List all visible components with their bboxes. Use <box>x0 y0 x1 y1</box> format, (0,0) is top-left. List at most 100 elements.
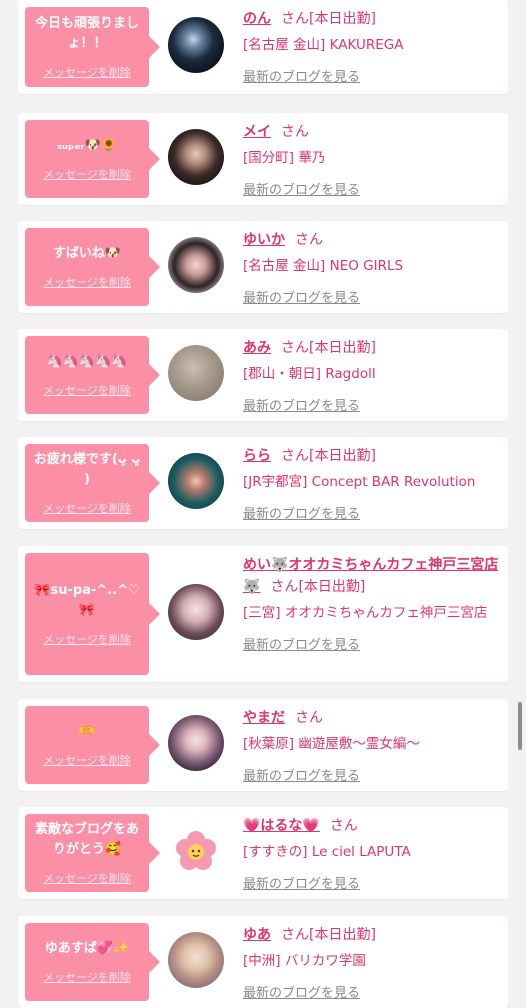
avatar[interactable] <box>168 129 224 185</box>
latest-blog-link[interactable]: 最新のブログを見る <box>243 66 360 85</box>
name-line: らら さん[本日出勤] <box>243 445 503 467</box>
avatar[interactable] <box>168 584 224 640</box>
honorific: さん <box>329 818 358 834</box>
message-bubble: 🫶 メッセージを削除 <box>25 706 160 784</box>
shop-name: [三宮] オオカミちゃんカフェ神戸三宮店 <box>243 605 488 621</box>
message-bubble: すばいね🐶 メッセージを削除 <box>25 228 160 306</box>
cast-name-link[interactable]: らら <box>243 448 271 464</box>
message-bubble: 今日も頑張りましょ！！ メッセージを削除 <box>25 7 160 87</box>
cast-name-link[interactable]: メイ <box>243 124 271 140</box>
shop-name: [秋葉原] 幽遊屋敷〜霊女編〜 <box>243 736 420 752</box>
cast-info: めい🐺オオカミちゃんカフェ神戸三宮店🐺 さん[本日出勤] [三宮] オオカミちゃんカ… <box>243 554 503 653</box>
status-badge: [本日出勤] <box>309 11 376 27</box>
avatar[interactable] <box>168 932 224 988</box>
cast-name-link[interactable]: あみ <box>243 340 271 356</box>
flower-icon[interactable] <box>168 823 224 879</box>
message-text: 🎀su-pa-^..^♡🎀 <box>34 583 140 618</box>
cast-name-link[interactable]: やまだ <box>243 710 285 726</box>
message-text: 🦄🦄🦄🦄🦄 <box>46 354 128 369</box>
honorific: さん <box>295 232 323 248</box>
shop-name: [JR宇都宮] Concept BAR Revolution <box>243 474 476 490</box>
message-bubble: ゆあすば💞✨ メッセージを削除 <box>25 923 160 1001</box>
message-text: すばいね🐶 <box>52 246 122 261</box>
status-badge: [本日出勤] <box>309 927 376 943</box>
shop-name: [名古屋 金山] NEO GIRLS <box>243 258 404 274</box>
name-line: あみ さん[本日出勤] <box>243 337 503 359</box>
message-text: 今日も頑張りましょ！！ <box>34 16 139 51</box>
name-line: メイ さん <box>243 121 503 143</box>
message-card: ゆあすば💞✨ メッセージを削除 ゆあ さん[本日出勤] [中洲] バリカワ学園 最新のブロ… <box>18 916 508 1008</box>
honorific: さん <box>270 579 299 595</box>
cast-info: ゆいか さん [名古屋 金山] NEO GIRLS 最新のブログを見る <box>243 229 503 306</box>
message-bubble: ₛᵤₚₑᵣ🐶🌻 メッセージを削除 <box>25 120 160 198</box>
delete-message-link[interactable]: メッセージを削除 <box>43 382 131 398</box>
cast-info: のん さん[本日出勤] [名古屋 金山] KAKUREGA 最新のブログを見る <box>243 8 503 85</box>
scrollbar[interactable] <box>518 702 522 750</box>
honorific: さん <box>281 11 309 27</box>
status-badge: [本日出勤] <box>309 448 376 464</box>
delete-message-link[interactable]: メッセージを削除 <box>43 274 131 290</box>
latest-blog-link[interactable]: 最新のブログを見る <box>243 765 360 784</box>
cast-info: メイ さん [国分町] 華乃最新のブログを見る <box>243 121 503 198</box>
cast-info: 💗はるな💗 さん [すすきの] Le ciel LAPUTA 最新のブログを見る <box>243 815 503 892</box>
honorific: さん <box>281 927 309 943</box>
message-bubble: 素敵なブログをありがとう🥰 メッセージを削除 <box>25 814 160 892</box>
delete-message-link[interactable]: メッセージを削除 <box>43 752 131 768</box>
message-card: 今日も頑張りましょ！！ メッセージを削除 のん さん[本日出勤] [名古屋 金山] KA… <box>18 0 508 94</box>
name-line: ゆあ さん[本日出勤] <box>243 924 503 946</box>
avatar[interactable] <box>168 345 224 401</box>
honorific: さん <box>281 448 309 464</box>
shop-name: [国分町] 華乃 <box>243 150 326 166</box>
honorific: さん <box>281 340 309 356</box>
delete-message-link[interactable]: メッセージを削除 <box>43 969 131 985</box>
cast-info: あみ さん[本日出勤] [郡山・朝日] Ragdoll 最新のブログを見る <box>243 337 503 414</box>
shop-name: [中洲] バリカワ学園 <box>243 953 366 969</box>
message-text: お疲れ様です(ᴗ͈ ᴗ͈ ) <box>33 452 141 487</box>
shop-name: [すすきの] Le ciel LAPUTA <box>243 844 411 860</box>
avatar[interactable] <box>168 237 224 293</box>
message-text: ₛᵤₚₑᵣ🐶🌻 <box>57 138 117 153</box>
delete-message-link[interactable]: メッセージを削除 <box>43 870 131 886</box>
name-line: 💗はるな💗 さん <box>243 815 503 837</box>
cast-info: らら さん[本日出勤] [JR宇都宮] Concept BAR Revolution… <box>243 445 503 522</box>
cast-name-link[interactable]: ゆいか <box>243 232 285 248</box>
shop-name: [郡山・朝日] Ragdoll <box>243 366 376 382</box>
latest-blog-link[interactable]: 最新のブログを見る <box>243 395 360 414</box>
message-card: ₛᵤₚₑᵣ🐶🌻 メッセージを削除 メイ さん [国分町] 華乃最新のブログを見る <box>18 113 508 205</box>
status-badge: [本日出勤] <box>298 579 366 595</box>
message-text: 素敵なブログをありがとう🥰 <box>34 822 139 857</box>
honorific: さん <box>295 710 323 726</box>
avatar[interactable] <box>168 17 224 73</box>
cast-name-link[interactable]: のん <box>243 11 271 27</box>
message-card: 素敵なブログをありがとう🥰 メッセージを削除 💗はるな💗 さん [すすきの] Le ci… <box>18 807 508 899</box>
message-bubble: 🎀su-pa-^..^♡🎀 メッセージを削除 <box>25 553 160 675</box>
message-bubble: お疲れ様です(ᴗ͈ ᴗ͈ ) メッセージを削除 <box>25 444 160 522</box>
cast-info: やまだ さん [秋葉原] 幽遊屋敷〜霊女編〜 最新のブログを見る <box>243 707 503 784</box>
name-line: やまだ さん <box>243 707 503 729</box>
latest-blog-link[interactable]: 最新のブログを見る <box>243 634 360 653</box>
latest-blog-link[interactable]: 最新のブログを見る <box>243 287 360 306</box>
message-card: 🎀su-pa-^..^♡🎀 メッセージを削除 めい🐺オオカミちゃんカフェ神戸三宮店🐺… <box>18 546 508 682</box>
status-badge: [本日出勤] <box>309 340 376 356</box>
name-line: のん さん[本日出勤] <box>243 8 503 30</box>
flower-icon-graphic <box>176 831 216 870</box>
cast-name-link[interactable]: 💗はるな💗 <box>243 818 320 834</box>
honorific: さん <box>281 124 309 140</box>
delete-message-link[interactable]: メッセージを削除 <box>43 166 131 182</box>
delete-message-link[interactable]: メッセージを削除 <box>43 64 131 80</box>
delete-message-link[interactable]: メッセージを削除 <box>43 500 131 516</box>
avatar[interactable] <box>168 715 224 771</box>
latest-blog-link[interactable]: 最新のブログを見る <box>243 503 360 522</box>
message-text: ゆあすば💞✨ <box>44 941 130 956</box>
cast-info: ゆあ さん[本日出勤] [中洲] バリカワ学園 最新のブログを見る <box>243 924 503 1001</box>
latest-blog-link[interactable]: 最新のブログを見る <box>243 873 360 892</box>
delete-message-link[interactable]: メッセージを削除 <box>43 631 131 647</box>
message-card: 🫶 メッセージを削除 やまだ さん [秋葉原] 幽遊屋敷〜霊女編〜 最新のブログを見る <box>18 699 508 791</box>
avatar[interactable] <box>168 453 224 509</box>
message-card: すばいね🐶 メッセージを削除 ゆいか さん [名古屋 金山] NEO GIRLS 最新のブ… <box>18 221 508 313</box>
cast-name-link[interactable]: ゆあ <box>243 927 271 943</box>
message-card: お疲れ様です(ᴗ͈ ᴗ͈ ) メッセージを削除 らら さん[本日出勤] [JR宇都宮] … <box>18 437 508 529</box>
name-line: ゆいか さん <box>243 229 503 251</box>
latest-blog-link[interactable]: 最新のブログを見る <box>243 982 360 1001</box>
latest-blog-link[interactable]: 最新のブログを見る <box>243 179 360 198</box>
